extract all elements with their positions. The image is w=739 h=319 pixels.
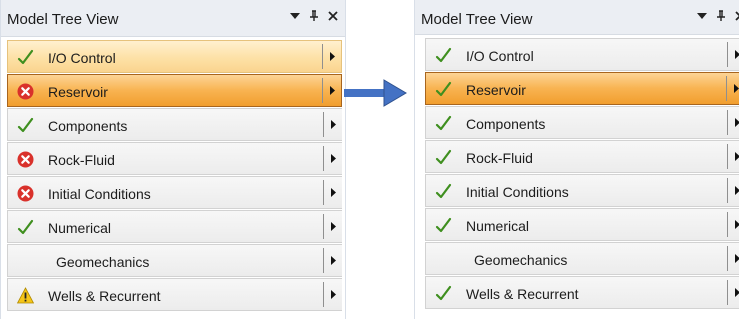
error-x-icon [17,83,34,100]
tree-node-label: I/O Control [48,50,116,66]
panel-title: Model Tree View [7,11,119,28]
titlebar-buttons [289,8,339,24]
error-x-icon [17,151,34,168]
close-icon[interactable] [734,8,739,24]
chevron-right-icon[interactable] [323,282,342,307]
tree-node-list: I/O Control Reservoir Components Rock-Fluid… [7,40,342,312]
titlebar-buttons [696,8,739,24]
tree-node-item[interactable]: Rock-Fluid [7,142,342,175]
checkmark-icon [435,217,452,234]
checkmark-icon [435,183,452,200]
tree-node-label: Reservoir [48,84,108,100]
tree-node-item[interactable]: I/O Control [425,38,739,71]
tree-node-item[interactable]: Wells & Recurrent [425,276,739,309]
dropdown-triangle-icon[interactable] [696,8,708,24]
tree-node-label: Wells & Recurrent [48,288,161,304]
tree-node-label: I/O Control [466,48,534,64]
tree-node-label: Wells & Recurrent [466,286,579,302]
model-tree-view-before: Model Tree View I/O Control Reservoir Comp… [0,0,346,319]
error-x-icon [17,185,34,202]
panel-title: Model Tree View [421,11,533,28]
chevron-right-icon[interactable] [727,246,739,271]
tree-node-item[interactable]: Rock-Fluid [425,140,739,173]
tree-node-item[interactable]: Components [7,108,342,141]
chevron-right-icon[interactable] [323,146,342,171]
tree-node-label: Geomechanics [474,252,568,268]
close-icon[interactable] [327,8,339,24]
chevron-right-icon[interactable] [727,280,739,305]
chevron-right-icon[interactable] [727,110,739,135]
chevron-right-icon[interactable] [727,212,739,237]
checkmark-icon [17,49,34,66]
tree-node-label: Numerical [48,220,112,236]
tree-node-item[interactable]: Reservoir [7,74,342,107]
dropdown-triangle-icon[interactable] [289,8,301,24]
tree-node-item[interactable]: Reservoir [425,72,739,105]
chevron-right-icon[interactable] [323,214,342,239]
checkmark-icon [435,115,452,132]
chevron-right-icon[interactable] [322,78,341,103]
warning-triangle-icon [16,287,35,304]
chevron-right-icon[interactable] [323,180,342,205]
tree-node-item[interactable]: Numerical [425,208,739,241]
checkmark-icon [435,149,452,166]
pin-icon[interactable] [308,8,320,24]
chevron-right-icon[interactable] [727,144,739,169]
panel-titlebar: Model Tree View [1,0,345,37]
right-arrow-icon [344,79,407,107]
panel-titlebar: Model Tree View [415,0,739,35]
checkmark-icon [435,81,452,98]
tree-node-label: Components [466,116,546,132]
tree-node-item[interactable]: Geomechanics [7,244,342,277]
model-tree-view-after: Model Tree View I/O Control Reservoir Comp… [414,0,739,319]
tree-node-label: Components [48,118,128,134]
pin-icon[interactable] [715,8,727,24]
chevron-right-icon[interactable] [726,76,739,101]
tree-node-item[interactable]: Numerical [7,210,342,243]
tree-node-list: I/O Control Reservoir Components Rock-Fluid… [425,38,739,310]
chevron-right-icon[interactable] [322,44,341,69]
tree-node-item[interactable]: Geomechanics [425,242,739,275]
tree-node-item[interactable]: Components [425,106,739,139]
checkmark-icon [435,285,452,302]
chevron-right-icon[interactable] [727,178,739,203]
tree-node-label: Geomechanics [56,254,150,270]
chevron-right-icon[interactable] [323,248,342,273]
tree-node-label: Rock-Fluid [48,152,115,168]
tree-node-item[interactable]: Wells & Recurrent [7,278,342,311]
tree-node-label: Reservoir [466,82,526,98]
chevron-right-icon[interactable] [323,112,342,137]
checkmark-icon [435,47,452,64]
tree-node-item[interactable]: Initial Conditions [425,174,739,207]
chevron-right-icon[interactable] [727,42,739,67]
tree-node-label: Numerical [466,218,530,234]
tree-node-item[interactable]: Initial Conditions [7,176,342,209]
tree-node-label: Rock-Fluid [466,150,533,166]
checkmark-icon [17,117,34,134]
tree-node-label: Initial Conditions [466,184,569,200]
tree-node-label: Initial Conditions [48,186,151,202]
checkmark-icon [17,219,34,236]
tree-node-item[interactable]: I/O Control [7,40,342,73]
